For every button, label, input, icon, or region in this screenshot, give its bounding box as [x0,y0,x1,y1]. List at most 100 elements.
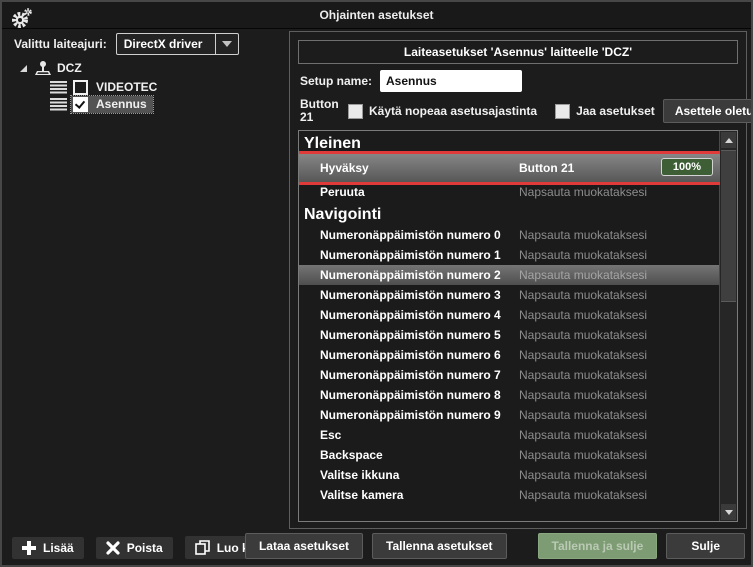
setup-list-icon [50,97,67,111]
list-item[interactable]: Backspace Napsauta muokataksesi [299,445,720,465]
list-item-name: Numeronäppäimistön numero 1 [320,248,501,262]
list-item[interactable]: Esc Napsauta muokataksesi [299,425,720,445]
save-settings-button[interactable]: Tallenna asetukset [372,533,507,559]
list-item[interactable]: Numeronäppäimistön numero 6 Napsauta muok… [299,345,720,365]
share-settings-checkbox[interactable] [555,103,571,119]
tree-node-videotec-label: VIDEOTEC [96,80,158,94]
list-item-value[interactable]: Button 21 [519,161,574,175]
section-header: Navigointi [304,206,382,223]
list-item-value[interactable]: Napsauta muokataksesi [519,488,647,502]
setup-list-icon [50,80,67,94]
list-item[interactable]: Numeronäppäimistön numero 9 Napsauta muok… [299,405,720,425]
driver-dropdown[interactable]: DirectX driver [115,33,239,55]
scroll-up-button[interactable] [721,132,736,148]
list-item-value[interactable]: Napsauta muokataksesi [519,228,647,242]
section-header: Yleinen [304,135,361,152]
setup-checkbox[interactable] [73,79,88,95]
list-item-value[interactable]: Napsauta muokataksesi [519,388,647,402]
fast-timer-checkbox[interactable] [348,103,363,119]
list-item-name: Valitse ikkuna [320,468,400,482]
list-item[interactable]: Numeronäppäimistön numero 4 Napsauta muok… [299,305,720,325]
set-default-button[interactable]: Asettele oletus [662,99,751,123]
list-item-name: Peruuta [320,185,365,199]
tree-expander-icon[interactable] [20,64,27,72]
setup-name-input[interactable] [380,70,523,92]
list-item[interactable]: Numeronäppäimistön numero 2 Napsauta muok… [299,265,720,285]
binding-button-label: Button 21 [300,97,339,124]
list-item[interactable]: Numeronäppäimistön numero 7 Napsauta muok… [299,365,720,385]
remove-button[interactable]: Poista [95,536,173,559]
tree-node-asennus-label: Asennus [96,97,147,111]
save-and-close-button[interactable]: Tallenna ja sulje [537,533,658,559]
scrollbar-thumb[interactable] [721,150,736,302]
triangle-up-icon [724,137,733,143]
value-badge: 100% [660,158,713,176]
list-item[interactable]: Numeronäppäimistön numero 1 Napsauta muok… [299,245,720,265]
list-item-name: Numeronäppäimistön numero 0 [320,228,501,242]
tree-node-dcz-label: DCZ [57,61,82,75]
list-item[interactable]: Valitse kamera Napsauta muokataksesi [299,485,720,505]
tree-node-asennus[interactable]: Asennus [50,94,163,114]
driver-dropdown-arrow-button[interactable] [214,34,238,54]
device-settings-panel: Laiteasetukset 'Asennus' laitteelle 'DCZ… [289,31,751,529]
setup-checkbox[interactable] [73,96,88,112]
list-item-value[interactable]: Napsauta muokataksesi [519,328,647,342]
list-item[interactable]: Numeronäppäimistön numero 0 Napsauta muok… [299,225,720,245]
load-settings-button[interactable]: Lataa asetukset [244,533,363,559]
list-item[interactable]: Hyväksy Button 21 100% [299,151,720,185]
list-item-value[interactable]: Napsauta muokataksesi [519,428,647,442]
list-item-value[interactable]: Napsauta muokataksesi [519,448,647,462]
tree-node-videotec[interactable]: VIDEOTEC [50,79,163,95]
panel-header-title: Laiteasetukset 'Asennus' laitteelle 'DCZ… [403,45,633,59]
chevron-down-icon [221,41,232,47]
list-item-value[interactable]: Napsauta muokataksesi [519,348,647,362]
list-item-name: Hyväksy [320,161,369,175]
list-item-value[interactable]: Napsauta muokataksesi [519,408,647,422]
settings-list: Yleinen Hyväksy Button 21 100% Peruuta Napsau… [299,131,720,521]
duplicate-icon [194,540,210,555]
title-bar: Ohjainten asetukset [2,2,751,29]
close-button[interactable]: Sulje [666,533,745,559]
list-item-name: Numeronäppäimistön numero 5 [320,328,501,342]
list-item[interactable]: Numeronäppäimistön numero 3 Napsauta muok… [299,285,720,305]
window-title: Ohjainten asetukset [319,8,434,22]
gears-icon [11,7,33,29]
share-settings-checkbox-label: Jaa asetukset [576,104,655,118]
triangle-down-icon [724,509,733,515]
list-item-value[interactable]: Napsauta muokataksesi [519,288,647,302]
scroll-down-button[interactable] [721,504,736,520]
list-item-name: Numeronäppäimistön numero 3 [320,288,501,302]
list-item-value[interactable]: Napsauta muokataksesi [519,185,647,199]
list-item-name: Numeronäppäimistön numero 8 [320,388,501,402]
x-icon [106,540,120,555]
list-item-name: Valitse kamera [320,488,404,502]
list-item-value[interactable]: Napsauta muokataksesi [519,308,647,322]
bindings-listbox: Yleinen Hyväksy Button 21 100% Peruuta Napsau… [298,130,738,522]
list-item-name: Backspace [320,448,383,462]
setup-name-label: Setup name: [300,74,373,88]
list-item-value[interactable]: Napsauta muokataksesi [519,248,647,262]
add-button[interactable]: Lisää [12,536,84,559]
list-item-value[interactable]: Napsauta muokataksesi [519,368,647,382]
scrollbar[interactable] [719,131,737,521]
driver-dropdown-value: DirectX driver [123,37,203,51]
list-item[interactable]: Numeronäppäimistön numero 8 Napsauta muok… [299,385,720,405]
panel-header: Laiteasetukset 'Asennus' laitteelle 'DCZ… [298,40,738,64]
list-item-name: Esc [320,428,342,442]
controller-settings-window: Ohjainten asetukset Valittu laiteajuri: … [0,0,753,567]
plus-icon [22,540,36,555]
list-item-value[interactable]: Napsauta muokataksesi [519,268,647,282]
tree-node-dcz[interactable]: DCZ [20,58,163,78]
driver-select-label: Valittu laiteajuri: [14,37,107,51]
device-tree: DCZ VIDEOTEC Asennus [20,58,163,114]
list-item-name: Numeronäppäimistön numero 2 [320,268,501,282]
list-item[interactable]: Valitse ikkuna Napsauta muokataksesi [299,465,720,485]
list-item[interactable]: Peruuta Napsauta muokataksesi [299,182,720,202]
list-item-value[interactable]: Napsauta muokataksesi [519,468,647,482]
list-item-name: Numeronäppäimistön numero 7 [320,368,501,382]
list-item-name: Numeronäppäimistön numero 6 [320,348,501,362]
list-item-name: Numeronäppäimistön numero 4 [320,308,501,322]
fast-timer-checkbox-label: Käytä nopeaa asetusajastinta [369,104,538,118]
list-item[interactable]: Numeronäppäimistön numero 5 Napsauta muok… [299,325,720,345]
list-item-name: Numeronäppäimistön numero 9 [320,408,501,422]
